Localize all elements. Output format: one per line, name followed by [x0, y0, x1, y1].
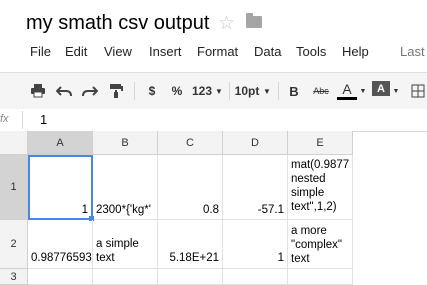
folder-icon[interactable]: [246, 13, 262, 28]
cell-c3[interactable]: [158, 269, 223, 285]
cell-b3[interactable]: [93, 269, 158, 285]
document-title[interactable]: my smath csv output: [26, 12, 209, 35]
menu-last-edit[interactable]: Last: [400, 44, 425, 59]
menu-help[interactable]: Help: [342, 44, 369, 59]
chevron-down-icon[interactable]: ▼: [262, 81, 272, 101]
cell-e2-line: a more: [291, 225, 327, 237]
cell-d2[interactable]: 1: [223, 220, 288, 269]
menu-insert[interactable]: Insert: [149, 44, 182, 59]
cell-b2[interactable]: a simple text: [93, 220, 158, 269]
corner-header[interactable]: [0, 131, 28, 155]
cell-d2-value: 1: [277, 252, 284, 264]
cell-e1-line: nested: [291, 173, 326, 185]
star-icon[interactable]: ☆: [218, 12, 235, 35]
fill-color-button[interactable]: A: [372, 81, 390, 96]
row-header-2[interactable]: 2: [0, 220, 28, 269]
formula-bar: fx 1: [0, 109, 427, 132]
column-header-e[interactable]: E: [288, 131, 353, 155]
cell-e2-line: text: [291, 253, 310, 265]
cell-a3[interactable]: [28, 269, 93, 285]
menu-view[interactable]: View: [104, 44, 132, 59]
chevron-down-icon[interactable]: ▼: [392, 81, 400, 101]
currency-button[interactable]: $: [144, 81, 160, 101]
column-header-c[interactable]: C: [158, 131, 223, 155]
bold-button[interactable]: B: [286, 81, 302, 101]
cell-d3[interactable]: [223, 269, 288, 285]
cell-e2[interactable]: a more "complex" text: [288, 220, 353, 269]
column-header-a[interactable]: A: [28, 131, 93, 155]
toolbar: $ % 123 ▼ 10pt ▼ B Abc A ▼ A ▼: [0, 72, 427, 110]
row-header-3[interactable]: 3: [0, 269, 28, 285]
sheet-grid: A B C D E 1 2 3 1 2300*{'kg*' 0.8 -57.1 …: [0, 131, 427, 285]
redo-icon[interactable]: [80, 81, 100, 101]
cell-a2-value: 0.98776593: [31, 252, 92, 264]
print-icon[interactable]: [28, 81, 48, 101]
cell-b2-line: a simple: [96, 238, 139, 250]
cell-c2[interactable]: 5.18E+21: [158, 220, 223, 269]
menu-tools[interactable]: Tools: [296, 44, 326, 59]
undo-icon[interactable]: [54, 81, 74, 101]
text-color-button[interactable]: A: [337, 81, 357, 100]
cell-a1-value: 1: [81, 204, 88, 216]
strikethrough-button[interactable]: Abc: [310, 81, 332, 101]
column-header-b[interactable]: B: [93, 131, 158, 155]
number-format-button[interactable]: 123: [191, 81, 213, 101]
cell-a1[interactable]: 1: [28, 155, 93, 220]
formula-input[interactable]: 1: [40, 112, 47, 127]
cell-b1[interactable]: 2300*{'kg*': [93, 155, 158, 220]
cell-b2-line: text: [96, 252, 115, 264]
menu-bar: File Edit View Insert Format Data Tools …: [0, 44, 427, 62]
menu-format[interactable]: Format: [197, 44, 238, 59]
fx-label: fx: [0, 113, 9, 125]
cell-e1-line: simple: [291, 187, 325, 199]
cell-c2-value: 5.18E+21: [169, 252, 219, 264]
cell-e3[interactable]: [288, 269, 353, 285]
cell-a2[interactable]: 0.98776593: [28, 220, 93, 269]
percent-button[interactable]: %: [168, 81, 186, 101]
cell-e2-line: "complex": [291, 239, 342, 251]
cell-c1[interactable]: 0.8: [158, 155, 223, 220]
menu-data[interactable]: Data: [254, 44, 281, 59]
font-size-button[interactable]: 10pt: [235, 81, 260, 101]
row-header-1[interactable]: 1: [0, 155, 28, 220]
cell-e1-line: mat(0.9877: [291, 159, 350, 171]
chevron-down-icon[interactable]: ▼: [359, 81, 367, 101]
cell-c1-value: 0.8: [203, 204, 219, 216]
borders-icon[interactable]: [410, 81, 426, 101]
column-header-d[interactable]: D: [223, 131, 288, 155]
cell-b1-value: 2300*{'kg*': [96, 204, 151, 216]
paint-format-icon[interactable]: [106, 81, 126, 101]
cell-d1-value: -57.1: [257, 204, 284, 216]
cell-d1[interactable]: -57.1: [223, 155, 288, 220]
cell-e1[interactable]: mat(0.9877 nested simple text",1,2): [288, 155, 353, 220]
menu-edit[interactable]: Edit: [65, 44, 87, 59]
chevron-down-icon[interactable]: ▼: [214, 81, 224, 101]
menu-file[interactable]: File: [30, 44, 51, 59]
cell-e1-line: text",1,2): [291, 201, 337, 213]
